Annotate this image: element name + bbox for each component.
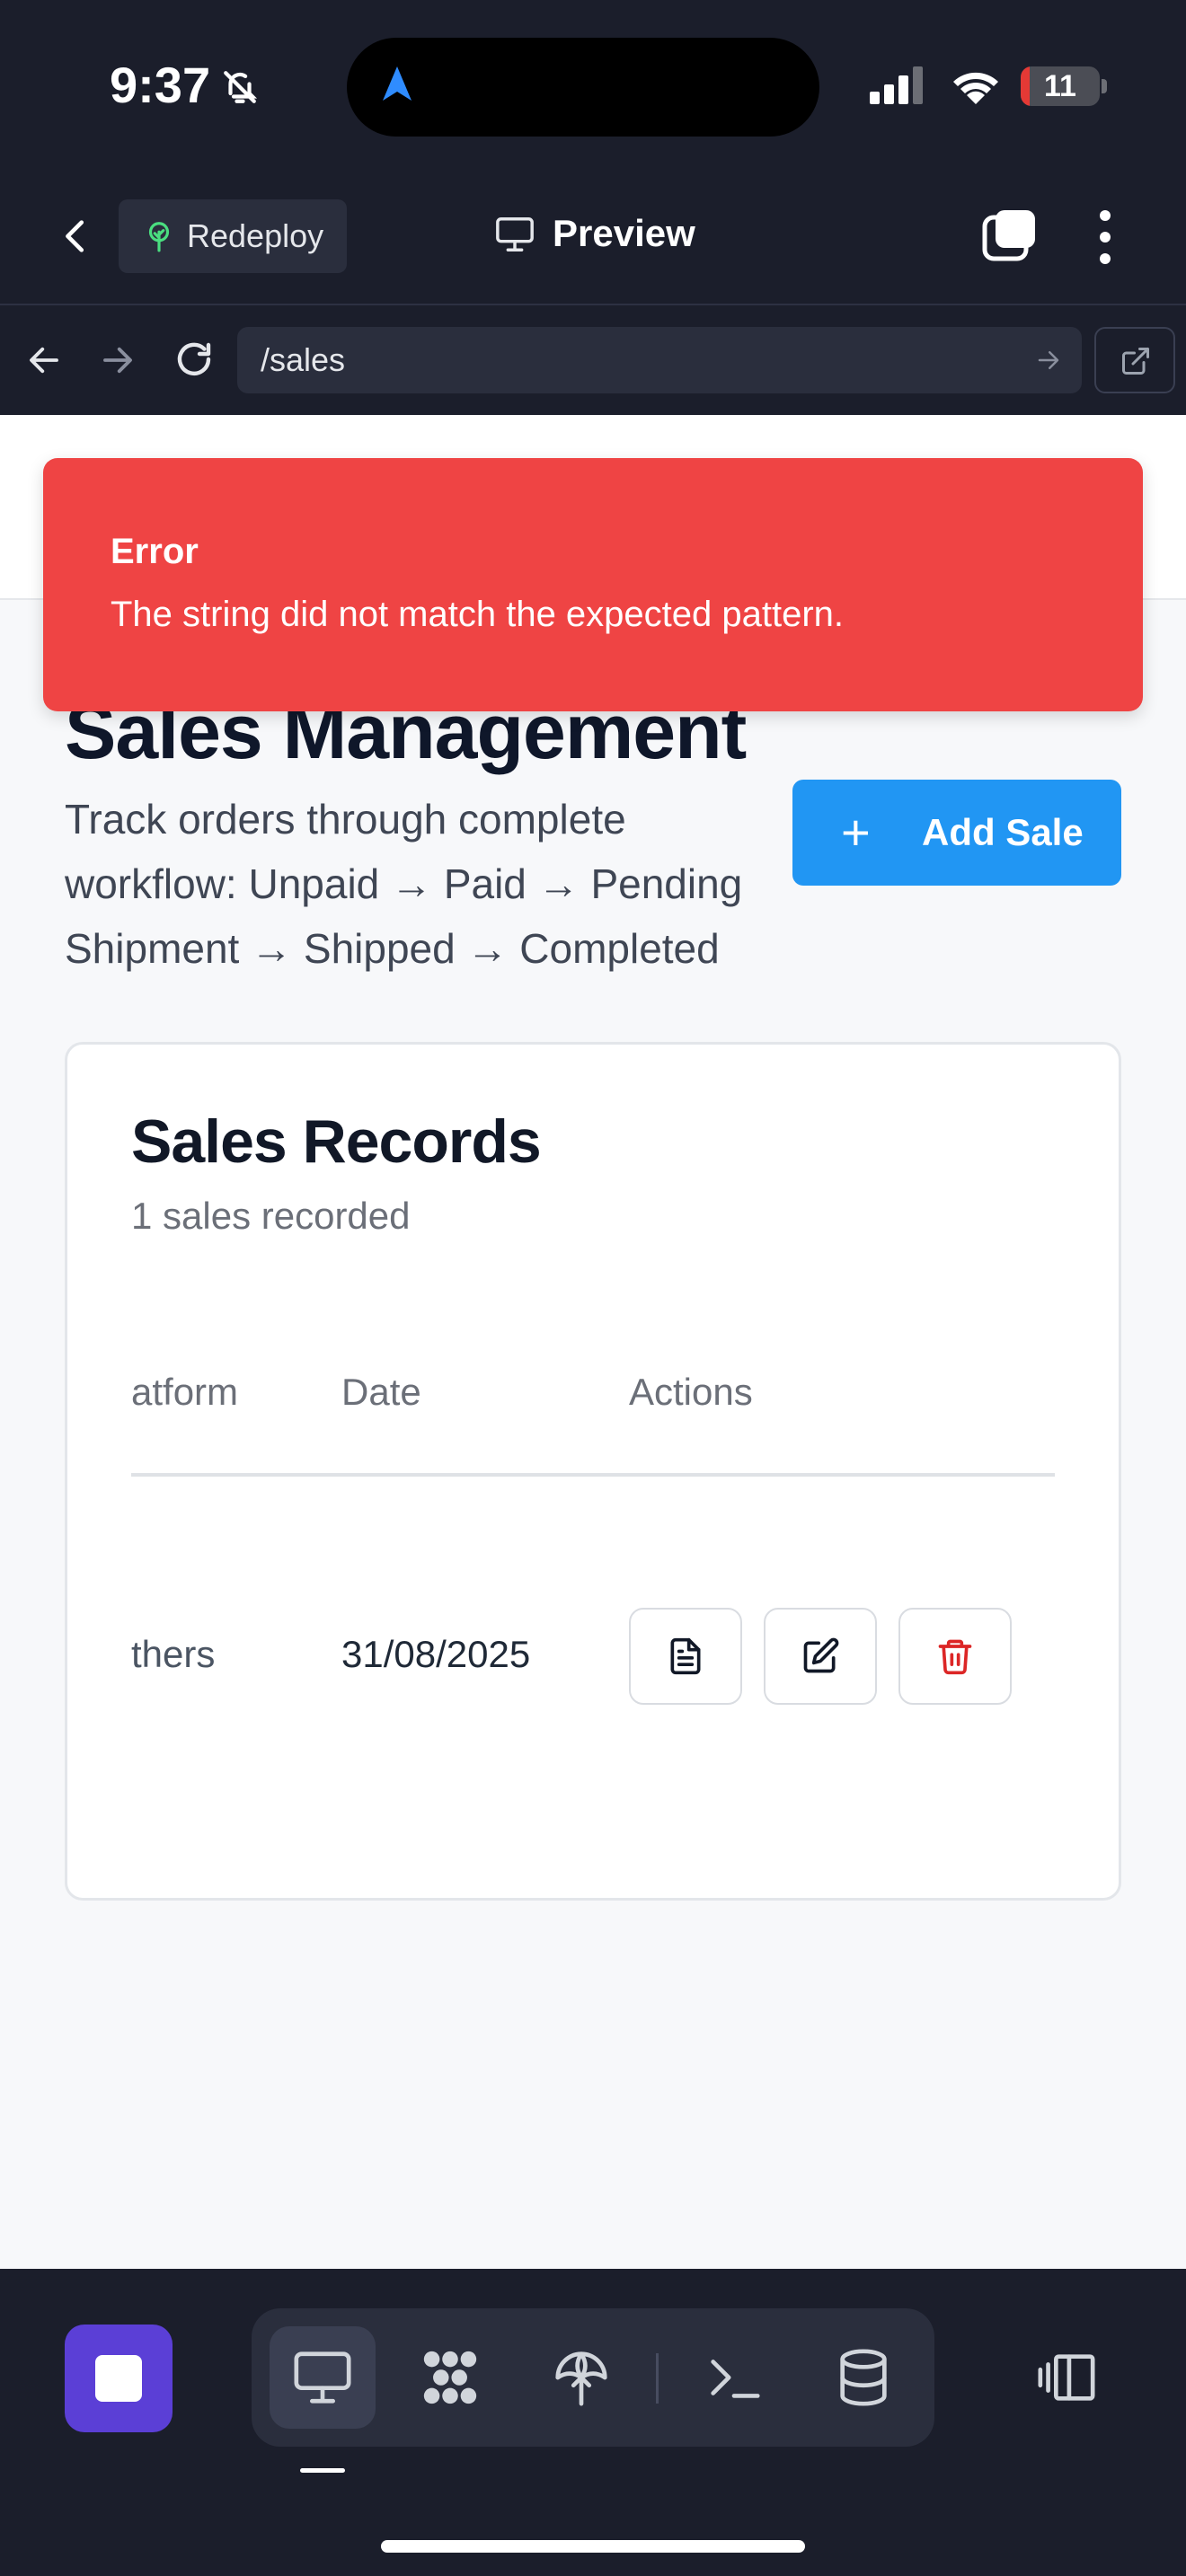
bell-slash-icon (221, 68, 259, 106)
more-vertical-icon[interactable] (1094, 208, 1116, 266)
document-icon (670, 1637, 701, 1675)
error-toast[interactable]: Error The string did not match the expec… (43, 458, 1143, 711)
location-arrow-icon (376, 63, 419, 106)
add-sale-label: Add Sale (922, 811, 1084, 853)
add-sale-button[interactable]: + Add Sale (792, 780, 1121, 886)
cellular-signal-icon (868, 65, 927, 106)
cell-date: 31/08/2025 (341, 1633, 531, 1675)
active-tab-indicator (300, 2468, 345, 2473)
battery-cap (1102, 79, 1107, 93)
deploy-icon[interactable] (550, 2346, 613, 2409)
monitor-icon (494, 214, 535, 255)
battery-icon: 11 (1021, 66, 1100, 106)
preview-title: Preview (553, 212, 695, 254)
toast-message: The string did not match the expected pa… (111, 595, 845, 634)
database-icon[interactable] (832, 2346, 895, 2409)
wifi-icon (949, 63, 1003, 106)
open-external-button[interactable] (1094, 327, 1175, 393)
tabs-icon[interactable] (981, 207, 1039, 264)
tree-icon (142, 219, 176, 253)
column-header-actions: Actions (629, 1371, 753, 1413)
delete-sale-button[interactable] (898, 1608, 1012, 1705)
records-count: 1 sales recorded (131, 1195, 411, 1237)
table-header-divider (131, 1473, 1055, 1477)
go-arrow-icon[interactable] (1035, 347, 1062, 374)
terminal-icon[interactable] (703, 2346, 766, 2409)
redeploy-label: Redeploy (187, 217, 324, 254)
arrow-right-icon[interactable] (99, 341, 137, 379)
battery-level: 11 (1044, 69, 1076, 103)
chevron-left-icon[interactable] (56, 212, 97, 260)
page-subtitle: Track orders through complete workflow: … (65, 796, 743, 972)
panel-toggle-icon[interactable] (1035, 2346, 1098, 2409)
view-invoice-button[interactable] (629, 1608, 742, 1705)
plus-icon: + (841, 804, 871, 860)
tool-divider (656, 2353, 659, 2404)
edit-sale-button[interactable] (764, 1608, 877, 1705)
column-header-date: Date (341, 1371, 421, 1413)
arrow-left-icon[interactable] (25, 341, 63, 379)
trash-icon (938, 1639, 972, 1675)
column-header-platform: atform (131, 1371, 239, 1413)
edit-icon (803, 1637, 839, 1673)
cell-platform: thers (131, 1633, 216, 1675)
external-link-icon (1120, 345, 1152, 377)
home-indicator[interactable] (381, 2540, 805, 2553)
toast-title: Error (111, 532, 199, 571)
redeploy-button[interactable]: Redeploy (119, 199, 347, 273)
monitor-icon[interactable] (291, 2346, 354, 2409)
stop-button[interactable] (65, 2325, 173, 2432)
url-value: /sales (261, 341, 346, 378)
reload-icon[interactable] (173, 338, 216, 381)
url-input[interactable]: /sales (237, 327, 1082, 393)
status-time: 9:37 (110, 57, 211, 113)
packages-icon[interactable] (419, 2346, 482, 2409)
stop-icon (95, 2355, 142, 2402)
card-title: Sales Records (131, 1107, 542, 1176)
